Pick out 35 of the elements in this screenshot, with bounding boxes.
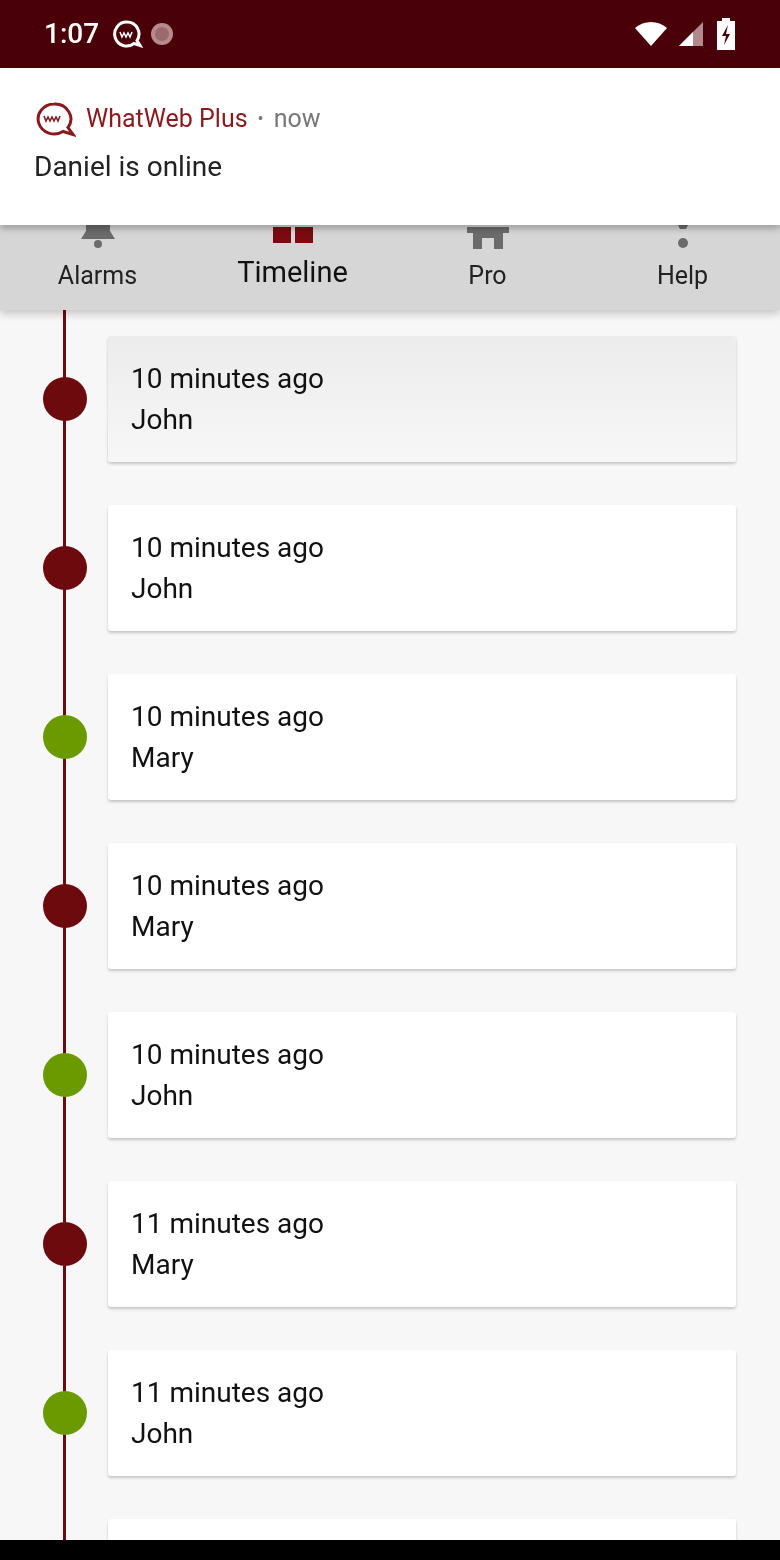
timeline-card[interactable]: 11 minutes ago Mary <box>108 1181 736 1307</box>
contact-name: John <box>131 572 194 606</box>
timeline-card[interactable]: 10 minutes ago John <box>108 336 736 462</box>
signal-icon <box>678 21 704 47</box>
timeline-card[interactable]: 10 minutes ago Mary <box>108 674 736 800</box>
event-time: 10 minutes ago <box>131 700 324 734</box>
tab[interactable]: Timeline <box>195 226 390 294</box>
contact-name: John <box>131 403 194 437</box>
notification-message: Daniel is online <box>34 148 224 185</box>
contact-name: Mary <box>131 741 194 775</box>
notification-card[interactable]: WhatWeb Plus • now Daniel is online <box>0 68 780 225</box>
event-time: 10 minutes ago <box>131 362 324 396</box>
separator-dot: • <box>257 107 264 132</box>
contact-name: Mary <box>131 1248 194 1282</box>
chat-bubble-icon <box>111 19 144 49</box>
timeline-card[interactable]: 11 minutes ago John <box>108 1350 736 1476</box>
timeline-card[interactable]: 10 minutes ago Mary <box>108 843 736 969</box>
event-time: 10 minutes ago <box>131 869 324 903</box>
chat-bubble-icon <box>34 100 76 137</box>
contact-name: Mary <box>131 910 194 944</box>
contact-name: John <box>131 1079 194 1113</box>
timeline-card[interactable]: 10 minutes ago John <box>108 505 736 631</box>
circle-icon <box>149 21 176 47</box>
notification-time: now <box>273 103 321 135</box>
timeline-card[interactable]: 10 minutes ago John <box>108 1012 736 1138</box>
event-time: 11 minutes ago <box>131 1376 324 1410</box>
status-time: 1:07 <box>44 16 100 52</box>
app-name: WhatWeb Plus <box>86 103 248 135</box>
dashboard-icon <box>272 226 313 243</box>
contact-name: John <box>131 1417 194 1451</box>
event-time: 10 minutes ago <box>131 531 324 565</box>
event-time: 10 minutes ago <box>131 1038 324 1072</box>
event-time: 11 minutes ago <box>131 1207 324 1241</box>
wifi-icon <box>634 21 668 47</box>
battery-icon <box>716 18 736 50</box>
